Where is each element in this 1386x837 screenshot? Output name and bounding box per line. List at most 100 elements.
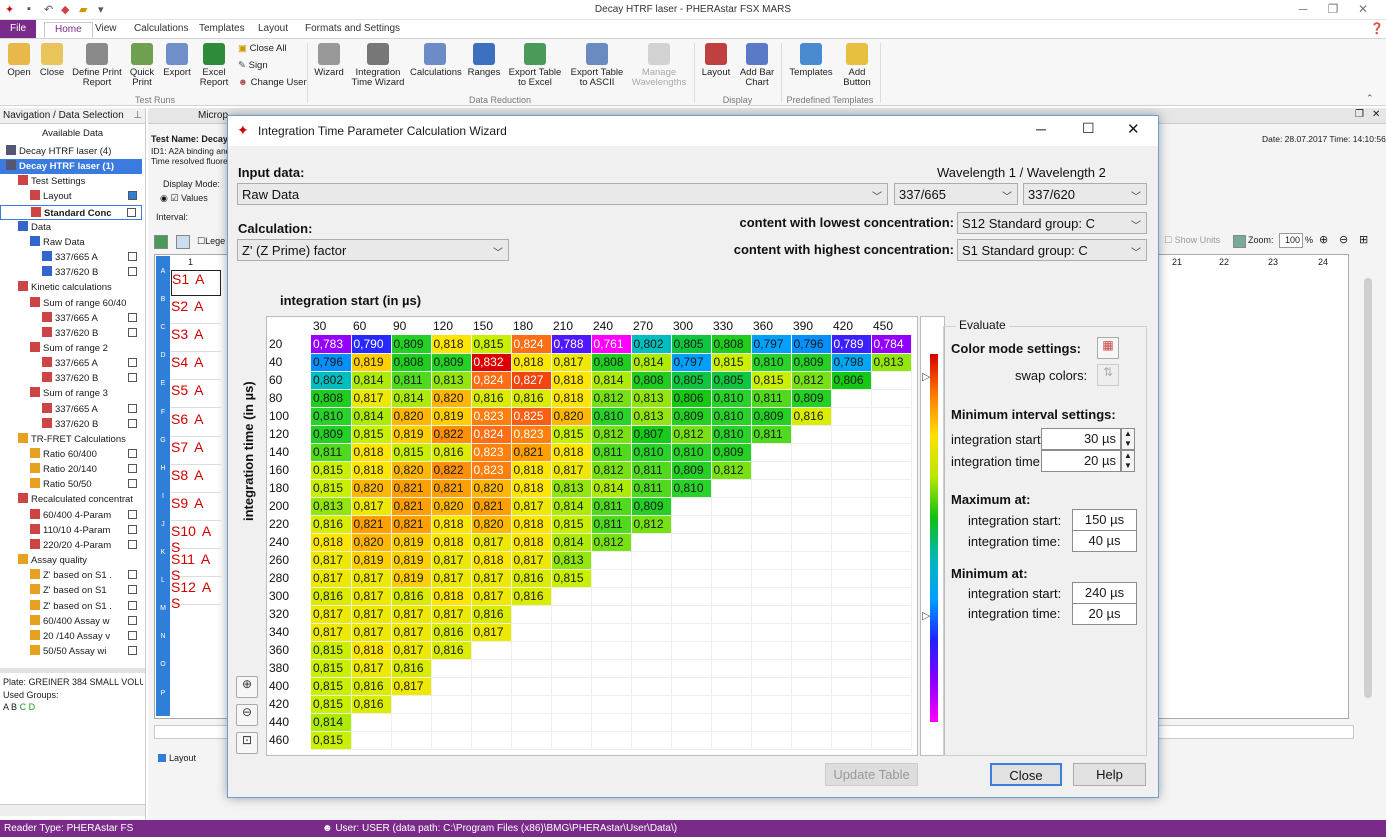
- grid-cell[interactable]: 0,823: [471, 443, 512, 462]
- grid-cell[interactable]: 0,813: [311, 497, 352, 516]
- tree-checkbox[interactable]: [128, 252, 137, 262]
- tree-item[interactable]: 337/620 B: [0, 326, 142, 341]
- grid-cell[interactable]: 0,815: [551, 425, 592, 444]
- grid-cell[interactable]: [831, 443, 872, 462]
- grid-cell[interactable]: [751, 605, 792, 624]
- excel-report-button[interactable]: Excel Report: [197, 43, 231, 88]
- tree-item[interactable]: 110/10 4-Param: [0, 523, 142, 538]
- grid-cell[interactable]: 0,797: [671, 353, 712, 372]
- grid-cell[interactable]: 0,817: [351, 569, 392, 588]
- tree-item[interactable]: Ratio 60/400: [0, 447, 142, 462]
- grid-cell[interactable]: [791, 551, 832, 570]
- grid-cell[interactable]: [591, 713, 632, 732]
- tree-item[interactable]: 337/665 A: [0, 402, 142, 417]
- plate-well[interactable]: S3 A: [171, 326, 221, 353]
- grid-cell[interactable]: 0,821: [431, 479, 472, 498]
- grid-cell[interactable]: [471, 677, 512, 696]
- grid-cell[interactable]: 0,802: [311, 371, 352, 390]
- grid-cell[interactable]: [711, 731, 752, 750]
- grid-cell[interactable]: 0,819: [391, 533, 432, 552]
- grid-cell[interactable]: 0,808: [631, 371, 672, 390]
- grid-cell[interactable]: 0,817: [311, 551, 352, 570]
- grid-cell[interactable]: 0,817: [351, 605, 392, 624]
- grid-cell[interactable]: [871, 587, 912, 606]
- grid-cell[interactable]: [471, 695, 512, 714]
- grid-cell[interactable]: 0,811: [391, 371, 432, 390]
- grid-cell[interactable]: 0,816: [351, 695, 392, 714]
- tree-checkbox[interactable]: [128, 358, 137, 368]
- grid-cell[interactable]: [791, 713, 832, 732]
- grid-cell[interactable]: [831, 731, 872, 750]
- tab-formats-settings[interactable]: Formats and Settings: [295, 22, 410, 38]
- grid-cell[interactable]: 0,811: [751, 425, 792, 444]
- grid-cell[interactable]: 0,815: [311, 695, 352, 714]
- grid-cell[interactable]: 0,813: [431, 371, 472, 390]
- grid-cell[interactable]: [671, 713, 712, 732]
- grid-cell[interactable]: 0,812: [591, 461, 632, 480]
- grid-cell[interactable]: 0,818: [431, 533, 472, 552]
- grid-cell[interactable]: [711, 605, 752, 624]
- highest-concentration-select[interactable]: S1 Standard group: C ﹀: [957, 239, 1147, 261]
- grid-cell[interactable]: [831, 677, 872, 696]
- grid-cell[interactable]: 0,821: [351, 515, 392, 534]
- grid-cell[interactable]: 0,806: [671, 389, 712, 408]
- grid-cell[interactable]: 0,811: [311, 443, 352, 462]
- grid-cell[interactable]: [871, 461, 912, 480]
- grid-cell[interactable]: [871, 515, 912, 534]
- grid-cell[interactable]: [711, 515, 752, 534]
- add-bar-chart-button[interactable]: Add Bar Chart: [738, 43, 776, 88]
- grid-cell[interactable]: 0,816: [431, 623, 472, 642]
- tree-checkbox[interactable]: [128, 539, 137, 549]
- grid-cell[interactable]: [711, 497, 752, 516]
- grid-cell[interactable]: [751, 587, 792, 606]
- tab-layout[interactable]: Layout: [248, 22, 298, 38]
- tree-checkbox[interactable]: [128, 630, 137, 640]
- grid-cell[interactable]: 0,812: [631, 515, 672, 534]
- grid-cell[interactable]: [431, 713, 472, 732]
- zoom-out-icon[interactable]: ⊖: [236, 704, 258, 726]
- grid-cell[interactable]: 0,821: [471, 497, 512, 516]
- grid-cell[interactable]: 0,817: [351, 587, 392, 606]
- grid-cell[interactable]: 0,818: [511, 515, 552, 534]
- grid-cell[interactable]: 0,815: [711, 353, 752, 372]
- tree-item[interactable]: Assay quality: [0, 553, 142, 568]
- grid-cell[interactable]: 0,823: [511, 425, 552, 444]
- grid-cell[interactable]: 0,814: [551, 497, 592, 516]
- legend-checkbox[interactable]: ☐Lege: [197, 236, 225, 247]
- grid-cell[interactable]: [711, 641, 752, 660]
- grid-cell[interactable]: [831, 695, 872, 714]
- export-button[interactable]: Export: [162, 43, 192, 78]
- tree-item[interactable]: 337/665 A: [0, 311, 142, 326]
- grid-cell[interactable]: [671, 569, 712, 588]
- tree-checkbox[interactable]: [128, 570, 137, 580]
- grid-cell[interactable]: [871, 605, 912, 624]
- tree-item[interactable]: 60/400 Assay w: [0, 614, 142, 629]
- grid-cell[interactable]: 0,818: [471, 551, 512, 570]
- grid-cell[interactable]: [871, 731, 912, 750]
- grid-cell[interactable]: 0,812: [671, 425, 712, 444]
- grid-cell[interactable]: 0,813: [631, 407, 672, 426]
- grid-cell[interactable]: 0,819: [391, 551, 432, 570]
- grid-cell[interactable]: 0,815: [351, 425, 392, 444]
- grid-cell[interactable]: 0,818: [311, 533, 352, 552]
- tree-checkbox[interactable]: [128, 403, 137, 413]
- grid-cell[interactable]: 0,805: [671, 371, 712, 390]
- min-int-start-spinner[interactable]: ▲ ▼: [1121, 428, 1135, 450]
- grid-cell[interactable]: 0,816: [431, 443, 472, 462]
- grid-cell[interactable]: [791, 623, 832, 642]
- grid-cell[interactable]: [591, 623, 632, 642]
- zoom-reset-icon[interactable]: ⊡: [236, 732, 258, 754]
- grid-cell[interactable]: 0,815: [311, 731, 352, 750]
- grid-cell[interactable]: 0,816: [311, 587, 352, 606]
- nav-splitter[interactable]: [0, 668, 145, 673]
- grid-cell[interactable]: [631, 695, 672, 714]
- tree-item[interactable]: Recalculated concentrat: [0, 492, 142, 507]
- grid-cell[interactable]: 0,820: [391, 461, 432, 480]
- grid-cell[interactable]: [831, 461, 872, 480]
- grid-cell[interactable]: 0,824: [471, 371, 512, 390]
- grid-cell[interactable]: 0,817: [511, 551, 552, 570]
- grid-cell[interactable]: 0,816: [471, 389, 512, 408]
- grid-cell[interactable]: 0,819: [431, 407, 472, 426]
- grid-cell[interactable]: 0,808: [391, 353, 432, 372]
- grid-cell[interactable]: [471, 641, 512, 660]
